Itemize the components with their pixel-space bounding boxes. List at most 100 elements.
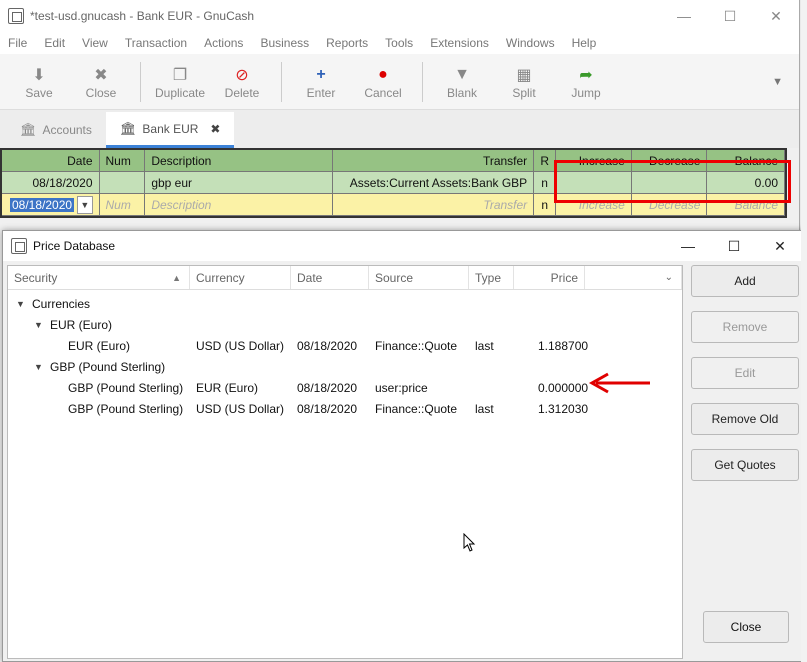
delete-button[interactable]: ⊘ Delete	[211, 64, 273, 100]
minimize-icon[interactable]: —	[661, 0, 707, 32]
column-chooser[interactable]: ⌄	[585, 266, 682, 289]
cancel-icon: ●	[378, 65, 388, 83]
header-transfer[interactable]: Transfer	[333, 150, 535, 172]
tree-label: EUR (Euro)	[50, 318, 113, 332]
duplicate-button[interactable]: ❐ Duplicate	[149, 64, 211, 100]
remove-old-button[interactable]: Remove Old	[691, 403, 799, 435]
tab-accounts[interactable]: 🏛 Accounts	[6, 112, 106, 148]
blank-num-field[interactable]: Num	[99, 194, 146, 216]
column-type[interactable]: Type	[469, 266, 514, 289]
cell-currency: EUR (Euro)	[196, 381, 259, 395]
close-tab-icon[interactable]: ✖	[210, 122, 220, 136]
header-increase[interactable]: Increase	[556, 150, 632, 172]
menu-edit[interactable]: Edit	[44, 36, 65, 50]
maximize-icon[interactable]: ☐	[711, 231, 757, 261]
tree-row-currencies[interactable]: ▼ Currencies	[8, 294, 682, 315]
dialog-title: Price Database	[33, 239, 116, 253]
column-currency[interactable]: Currency	[190, 266, 291, 289]
header-date[interactable]: Date	[2, 150, 100, 172]
row-increase[interactable]	[556, 172, 632, 194]
price-database-dialog: Price Database — ☐ ✕ Security ▲ Currency…	[2, 230, 804, 662]
price-tree[interactable]: Security ▲ Currency Date Source Type Pri…	[7, 265, 683, 659]
row-date[interactable]: 08/18/2020	[2, 172, 100, 194]
split-button[interactable]: ▦ Split	[493, 64, 555, 100]
tree-row-eur-group[interactable]: ▼ EUR (Euro)	[8, 315, 682, 336]
row-reconcile[interactable]: n	[534, 172, 557, 194]
menu-extensions[interactable]: Extensions	[430, 36, 489, 50]
menu-tools[interactable]: Tools	[385, 36, 413, 50]
row-transfer[interactable]: Assets:Current Assets:Bank GBP	[333, 172, 535, 194]
cell-price: 0.000000	[538, 381, 589, 395]
column-source[interactable]: Source	[369, 266, 469, 289]
add-button[interactable]: Add	[691, 265, 799, 297]
menu-transaction[interactable]: Transaction	[125, 36, 187, 50]
row-description[interactable]: gbp eur	[145, 172, 334, 194]
toolbar-overflow-icon[interactable]: ▼	[772, 76, 783, 88]
header-decrease[interactable]: Decrease	[631, 150, 708, 172]
price-row[interactable]: GBP (Pound Sterling) EUR (Euro) 08/18/20…	[8, 378, 682, 399]
gnucash-app-icon	[11, 238, 27, 254]
tab-bar: 🏛 Accounts 🏛 Bank EUR ✖	[0, 110, 799, 148]
blank-decrease-field[interactable]: Decrease	[631, 194, 708, 216]
expander-icon[interactable]: ▼	[16, 299, 25, 309]
column-price[interactable]: Price	[514, 266, 585, 289]
menu-reports[interactable]: Reports	[326, 36, 368, 50]
tab-bank-eur[interactable]: 🏛 Bank EUR ✖	[105, 112, 235, 148]
price-tree-header: Security ▲ Currency Date Source Type Pri…	[8, 266, 682, 290]
gnucash-app-icon	[8, 8, 24, 24]
close-tab-button[interactable]: ✖ Close	[70, 64, 132, 100]
blank-date-value[interactable]: 08/18/2020	[10, 197, 75, 212]
menu-help[interactable]: Help	[572, 36, 597, 50]
tree-row-gbp-group[interactable]: ▼ GBP (Pound Sterling)	[8, 357, 682, 378]
register-row[interactable]: 08/18/2020 gbp eur Assets:Current Assets…	[2, 172, 785, 194]
date-dropdown-icon[interactable]: ▼	[77, 195, 93, 214]
row-num[interactable]	[99, 172, 146, 194]
close-icon[interactable]: ✕	[753, 0, 799, 32]
menubar: File Edit View Transaction Actions Busin…	[0, 32, 799, 54]
menu-actions[interactable]: Actions	[204, 36, 243, 50]
register-blank-row[interactable]: 08/18/2020 ▼ Num Description Transfer n …	[2, 194, 786, 216]
mouse-cursor-icon	[463, 533, 476, 552]
toolbar-separator	[422, 61, 423, 102]
header-num[interactable]: Num	[99, 150, 146, 172]
get-quotes-button[interactable]: Get Quotes	[691, 449, 799, 481]
expander-icon[interactable]: ▼	[34, 362, 43, 372]
price-row[interactable]: EUR (Euro) USD (US Dollar) 08/18/2020 Fi…	[8, 336, 682, 357]
menu-view[interactable]: View	[82, 36, 108, 50]
enter-button[interactable]: + Enter	[290, 64, 352, 100]
jump-button[interactable]: ➦ Jump	[555, 64, 617, 100]
menu-business[interactable]: Business	[260, 36, 309, 50]
menu-windows[interactable]: Windows	[506, 36, 555, 50]
maximize-icon[interactable]: ☐	[707, 0, 753, 32]
cell-security: GBP (Pound Sterling)	[68, 381, 184, 395]
blank-description-field[interactable]: Description	[145, 194, 334, 216]
close-icon[interactable]: ✕	[757, 231, 803, 261]
cell-type: last	[475, 402, 494, 416]
annotation-red-arrow	[588, 372, 650, 394]
header-r[interactable]: R	[534, 150, 557, 172]
remove-button[interactable]: Remove	[691, 311, 799, 343]
menu-file[interactable]: File	[8, 36, 27, 50]
blank-date-field[interactable]: 08/18/2020 ▼	[2, 194, 100, 216]
blank-reconcile-field[interactable]: n	[534, 194, 557, 216]
cell-date: 08/18/2020	[297, 381, 358, 395]
header-description[interactable]: Description	[145, 150, 334, 172]
minimize-icon[interactable]: —	[665, 231, 711, 261]
price-row[interactable]: GBP (Pound Sterling) USD (US Dollar) 08/…	[8, 399, 682, 420]
row-decrease[interactable]	[631, 172, 708, 194]
edit-button[interactable]: Edit	[691, 357, 799, 389]
bank-icon: 🏛	[119, 120, 137, 136]
plus-icon: +	[316, 65, 326, 83]
blank-transfer-field[interactable]: Transfer	[333, 194, 535, 216]
blank-button[interactable]: ▼ Blank	[431, 64, 493, 100]
cancel-button[interactable]: ● Cancel	[352, 64, 414, 100]
column-security[interactable]: Security ▲	[8, 266, 190, 289]
column-date[interactable]: Date	[291, 266, 369, 289]
toolbar-separator	[281, 61, 282, 102]
header-balance[interactable]: Balance	[707, 150, 785, 172]
close-button[interactable]: Close	[703, 611, 789, 643]
save-button[interactable]: ⬇ Save	[8, 64, 70, 100]
blank-increase-field[interactable]: Increase	[556, 194, 632, 216]
expander-icon[interactable]: ▼	[34, 320, 43, 330]
dialog-titlebar: Price Database — ☐ ✕	[3, 231, 803, 261]
